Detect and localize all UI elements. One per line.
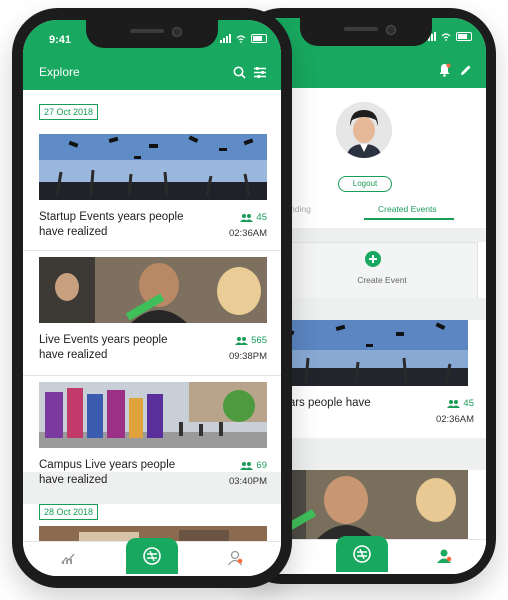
event-feed: 27 Oct 2018 Startup Events years people …	[23, 90, 281, 542]
people-icon	[447, 399, 461, 408]
battery-icon	[251, 34, 267, 43]
chart-icon[interactable]	[61, 552, 75, 564]
date-tag: 28 Oct 2018	[39, 504, 99, 520]
wifi-icon	[236, 34, 246, 43]
create-event-label: Create Event	[357, 275, 407, 285]
event-time: 09:38PM	[228, 351, 267, 362]
event-image	[39, 257, 267, 323]
people-icon	[240, 461, 254, 470]
bell-icon[interactable]	[438, 63, 451, 77]
profile-icon[interactable]	[227, 550, 243, 566]
event-title: Campus Live years people have realized	[39, 459, 176, 486]
pencil-icon[interactable]	[460, 64, 472, 76]
add-icon	[365, 251, 381, 267]
front-phone-screen: 9:41 Explore 27 Oct 2018 Startup Events …	[23, 20, 281, 576]
event-time: 02:36AM	[228, 228, 267, 239]
event-title: Startup Events years people have realize…	[39, 211, 184, 238]
filter-sliders-icon[interactable]	[253, 66, 267, 79]
phone-notch	[86, 20, 218, 48]
profile-tab-icon[interactable]	[436, 548, 452, 564]
avatar-photo	[336, 102, 392, 158]
events-center-icon	[353, 545, 371, 563]
status-time: 9:41	[49, 34, 72, 46]
event-card[interactable]: Live Events years people have realized 5…	[23, 251, 281, 375]
feed-group: 28 Oct 2018	[23, 504, 281, 542]
event-image	[39, 382, 267, 448]
event-time: 02:36AM	[435, 414, 474, 425]
events-center-tab[interactable]	[126, 538, 178, 574]
campus-festival-photo	[39, 382, 267, 448]
tab-attending[interactable]: nding	[290, 204, 311, 214]
front-tab-bar	[23, 538, 281, 576]
people-icon	[240, 213, 254, 222]
events-center-icon	[143, 547, 161, 565]
graduation-caps-photo	[39, 134, 267, 200]
logout-button[interactable]: Logout	[338, 176, 392, 192]
attendee-count: 69	[240, 460, 267, 471]
event-card[interactable]: Campus Live years people have realized 6…	[23, 376, 281, 496]
students-event-photo	[39, 257, 267, 323]
event-title: Live Events years people have realized	[39, 334, 168, 361]
tab-created-events[interactable]: Created Events	[378, 204, 437, 214]
status-icons	[425, 32, 472, 41]
attendee-count: 45	[240, 212, 267, 223]
people-icon	[235, 336, 249, 345]
event-image	[39, 134, 267, 200]
battery-icon	[456, 32, 472, 41]
front-phone-frame: 9:41 Explore 27 Oct 2018 Startup Events …	[12, 8, 292, 588]
page-title: Explore	[39, 65, 80, 79]
event-time: 03:40PM	[228, 476, 267, 487]
search-icon[interactable]	[233, 66, 246, 79]
signal-icon	[220, 34, 231, 43]
events-center-tab[interactable]	[336, 536, 388, 572]
avatar	[336, 102, 392, 158]
event-card[interactable]: Startup Events years people have realize…	[23, 90, 281, 250]
status-icons	[220, 34, 267, 43]
active-tab-indicator	[364, 218, 454, 220]
attendee-count: 45	[447, 398, 474, 409]
attendee-count: 565	[235, 335, 267, 346]
explore-app-bar: Explore	[23, 56, 281, 90]
wifi-icon	[441, 32, 451, 41]
phone-notch	[300, 18, 432, 46]
create-event-button[interactable]: Create Event	[286, 242, 478, 300]
